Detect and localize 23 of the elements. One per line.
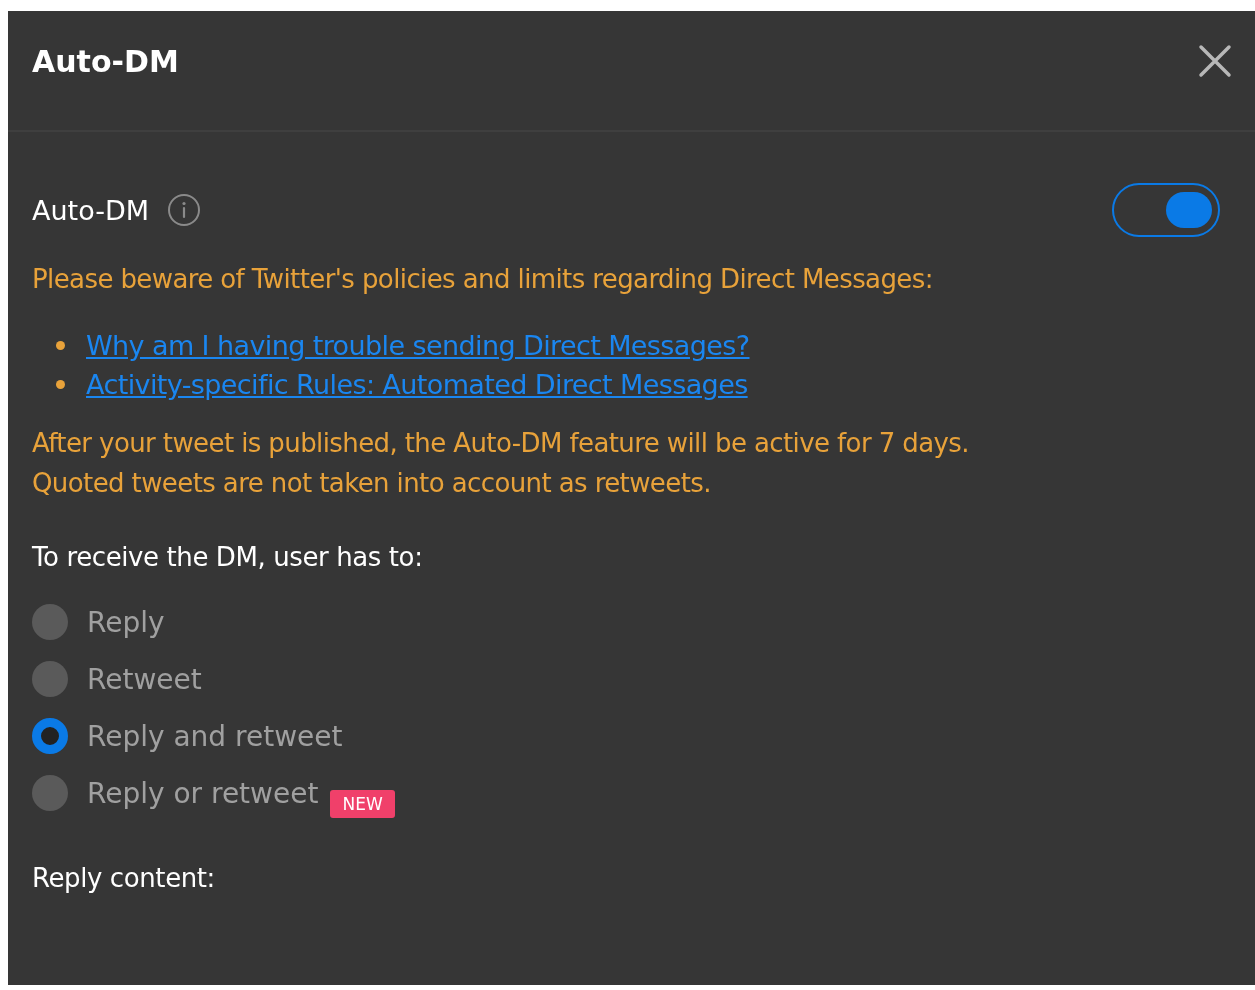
help-link[interactable]: Why am I having trouble sending Direct Messages?	[86, 330, 750, 361]
new-badge: NEW	[330, 790, 395, 818]
policy-warning: Please beware of Twitter's policies and limits regarding Direct Messages:	[32, 264, 934, 294]
info-icon[interactable]	[167, 193, 202, 227]
radio-button[interactable]	[32, 661, 68, 697]
toggle-switch[interactable]	[1112, 183, 1220, 237]
radio-button[interactable]	[32, 604, 68, 640]
option-label[interactable]: Retweet	[87, 662, 202, 696]
option-label[interactable]: Reply and retweet	[87, 719, 343, 753]
auto-dm-label: Auto-DM	[32, 194, 150, 226]
dialog-title: Auto-DM	[32, 44, 179, 79]
option-label[interactable]: Reply or retweet	[87, 776, 319, 810]
info-note: Quoted tweets are not taken into account as retweets.	[32, 468, 712, 498]
bullet-icon	[56, 380, 65, 389]
option-label[interactable]: Reply	[87, 605, 165, 639]
close-icon[interactable]	[1198, 43, 1232, 78]
section-heading: To receive the DM, user has to:	[32, 542, 424, 572]
radio-button[interactable]	[32, 775, 68, 811]
help-link[interactable]: Activity-specific Rules: Automated Direct Messages	[86, 369, 748, 400]
bullet-icon	[56, 341, 65, 350]
section-heading: Reply content:	[32, 863, 216, 893]
info-note: After your tweet is published, the Auto-DM feature will be active for 7 days.	[32, 428, 970, 458]
radio-button[interactable]	[32, 718, 68, 754]
